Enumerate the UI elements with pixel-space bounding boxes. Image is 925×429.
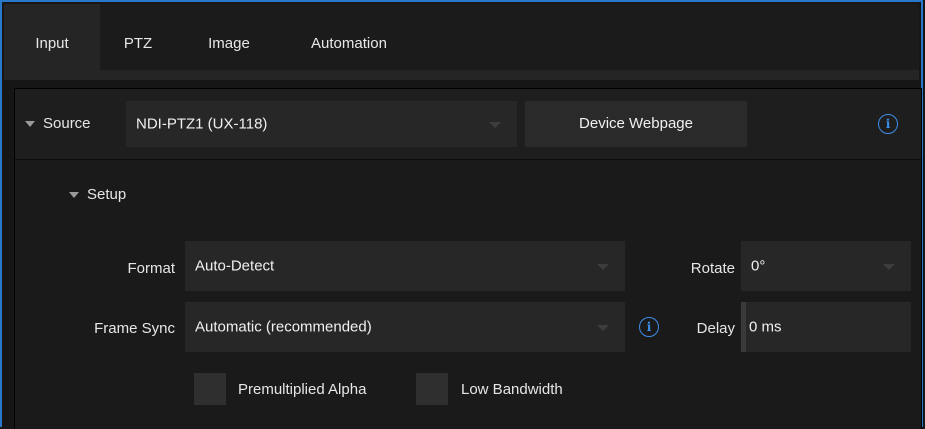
source-value: NDI-PTZ1 (UX-118)	[136, 115, 268, 133]
chevron-down-icon	[489, 122, 501, 128]
delay-slider-bar[interactable]	[741, 302, 746, 352]
rotate-label: Rotate	[690, 260, 735, 277]
format-dropdown[interactable]: Auto-Detect	[185, 241, 625, 291]
device-webpage-button[interactable]: Device Webpage	[525, 101, 747, 147]
source-row: Source NDI-PTZ1 (UX-118) Device Webpage …	[15, 89, 921, 160]
frame-sync-label: Frame Sync	[94, 320, 175, 337]
source-dropdown[interactable]: NDI-PTZ1 (UX-118)	[126, 101, 517, 147]
tab-ptz[interactable]: PTZ	[112, 4, 164, 70]
tab-bar: Input PTZ Image Automation	[4, 4, 919, 70]
rotate-dropdown[interactable]: 0°	[741, 241, 911, 291]
frame-sync-dropdown[interactable]: Automatic (recommended)	[185, 302, 625, 352]
low-bandwidth-checkbox[interactable]	[416, 373, 448, 405]
tab-image[interactable]: Image	[194, 4, 264, 70]
premultiplied-alpha-checkbox[interactable]	[194, 373, 226, 405]
delay-value: 0 ms	[749, 318, 782, 336]
collapse-caret-icon[interactable]	[25, 121, 35, 127]
frame-sync-value: Automatic (recommended)	[195, 318, 372, 336]
chevron-down-icon	[597, 264, 609, 270]
frame-sync-info-icon[interactable]: i	[639, 317, 659, 337]
input-panel: Source NDI-PTZ1 (UX-118) Device Webpage …	[14, 88, 922, 429]
rotate-value: 0°	[751, 257, 766, 275]
tab-underline-bar	[4, 70, 919, 80]
setup-label: Setup	[87, 186, 127, 203]
chevron-down-icon	[883, 264, 895, 270]
tab-automation[interactable]: Automation	[292, 4, 406, 70]
chevron-down-icon	[597, 325, 609, 331]
source-label: Source	[43, 115, 91, 132]
source-info-icon[interactable]: i	[878, 114, 898, 134]
premultiplied-alpha-label: Premultiplied Alpha	[238, 381, 367, 398]
format-value: Auto-Detect	[195, 257, 275, 275]
tab-input[interactable]: Input	[4, 4, 100, 70]
format-label: Format	[127, 260, 175, 277]
ptz-input-window: Input PTZ Image Automation Source NDI-PT…	[0, 0, 923, 429]
delay-label: Delay	[696, 320, 735, 337]
low-bandwidth-label: Low Bandwidth	[461, 381, 563, 398]
delay-input[interactable]: 0 ms	[741, 302, 911, 352]
setup-collapse-caret-icon[interactable]	[69, 192, 79, 198]
